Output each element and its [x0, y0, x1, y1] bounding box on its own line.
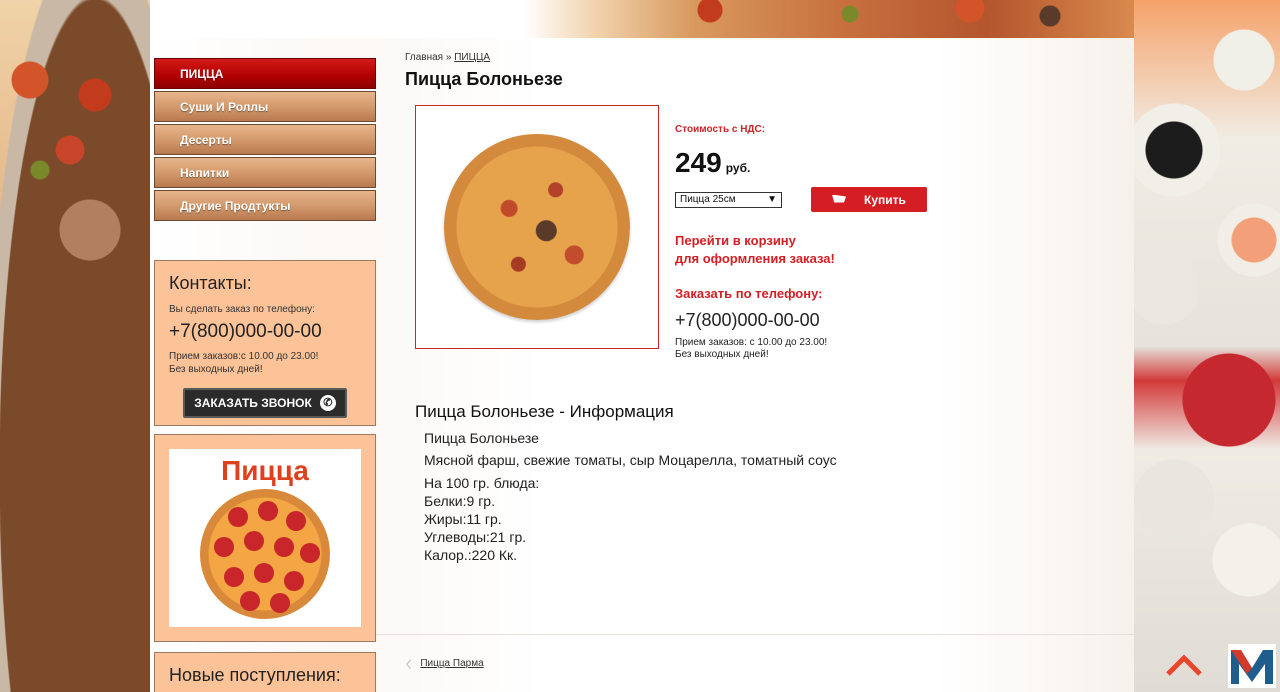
buy-panel: Стоимость с НДС: 249 руб. Пицца 25см ▼ Ку… [675, 124, 975, 361]
order-hours: Прием заказов: с 10.00 до 23.00! Без вых… [675, 337, 828, 360]
logo-m-icon[interactable] [1228, 644, 1276, 688]
contacts-days: Без выходных дней! [169, 364, 263, 375]
phone-icon: ✆ [319, 395, 336, 411]
promo-title: Пицца [221, 455, 309, 486]
size-select-value: Пицца 25см [680, 193, 736, 205]
contacts-hours: Прием заказов:с 10.00 до 23.00! [169, 351, 319, 362]
pepperoni-pizza-image [200, 489, 330, 619]
menu-item-drinks[interactable]: Напитки [154, 157, 376, 188]
nutrition-calories: Калор.:220 Кк. [424, 547, 518, 563]
contacts-intro: Вы сделать заказ по телефону: [169, 304, 315, 315]
buy-label: Купить [864, 192, 906, 207]
prev-product-link[interactable]: Пицца Парма [420, 658, 483, 669]
divider [376, 634, 1134, 635]
product-info: Пицца Болоньезе - Информация Пицца Болон… [415, 402, 1015, 564]
breadcrumb: Главная » ПИЦЦА [405, 52, 1125, 63]
info-name: Пицца Болоньезе [424, 430, 539, 446]
promo-image: Пицца [169, 449, 361, 627]
breadcrumb-separator: » [445, 52, 452, 63]
price-value: 249 [675, 147, 722, 178]
news-title: Новые поступления: [169, 665, 341, 685]
chevron-left-icon[interactable]: ‹ [405, 650, 412, 676]
bolognese-pizza-image [444, 134, 630, 320]
cart-icon [832, 194, 847, 203]
nutrition-fat: Жиры:11 гр. [424, 511, 502, 527]
menu-item-desserts[interactable]: Десерты [154, 124, 376, 155]
top-banner [150, 0, 1134, 38]
promo-banner[interactable]: Пицца [154, 434, 376, 642]
page-container: ПИЦЦА Суши И Роллы Десерты Напитки Други… [150, 38, 1134, 692]
dropdown-arrow-icon: ▼ [767, 193, 777, 205]
info-heading: Пицца Болоньезе - Информация [415, 402, 674, 421]
background-left-food [0, 0, 150, 692]
contacts-phone: +7(800)000-00-00 [169, 321, 322, 342]
breadcrumb-current[interactable]: ПИЦЦА [454, 52, 490, 63]
nutrition-per100: На 100 гр. блюда: [424, 475, 540, 491]
contacts-title: Контакты: [169, 273, 252, 293]
menu-item-pizza[interactable]: ПИЦЦА [154, 58, 376, 89]
price-label: Стоимость с НДС: [675, 124, 766, 135]
nutrition-facts: На 100 гр. блюда: Белки:9 гр. Жиры:11 гр… [424, 474, 1015, 564]
prev-product-nav: ‹ Пицца Парма [405, 650, 484, 676]
price: 249 руб. [675, 147, 975, 179]
news-box: Новые поступления: [154, 652, 376, 692]
info-ingredients: Мясной фарш, свежие томаты, сыр Моцарелл… [424, 452, 837, 468]
up-arrow-icon[interactable] [1164, 650, 1204, 680]
price-currency: руб. [725, 161, 751, 175]
go-to-cart-link[interactable]: Перейти в корзину для оформления заказа! [675, 232, 975, 268]
breadcrumb-home[interactable]: Главная [405, 52, 443, 63]
order-call-button[interactable]: ЗАКАЗАТЬ ЗВОНОК ✆ [183, 388, 347, 418]
menu-item-other[interactable]: Другие Продтукты [154, 190, 376, 221]
product-main: Главная » ПИЦЦА Пицца Болоньезе Стоимост… [405, 52, 1125, 563]
category-menu: ПИЦЦА Суши И Роллы Десерты Напитки Други… [154, 58, 376, 223]
page-title: Пицца Болоньезе [405, 69, 563, 89]
size-select[interactable]: Пицца 25см ▼ [675, 191, 782, 208]
menu-item-sushi[interactable]: Суши И Роллы [154, 91, 376, 122]
nutrition-protein: Белки:9 гр. [424, 493, 495, 509]
nutrition-carbs: Углеводы:21 гр. [424, 529, 527, 545]
order-phone-label: Заказать по телефону: [675, 286, 823, 301]
order-phone: +7(800)000-00-00 [675, 310, 820, 330]
order-call-label: ЗАКАЗАТЬ ЗВОНОК [194, 396, 312, 410]
buy-button[interactable]: Купить [811, 187, 927, 212]
product-photo[interactable] [415, 105, 659, 349]
contacts-box: Контакты: Вы сделать заказ по телефону: … [154, 260, 376, 426]
background-right-sushi [1134, 0, 1280, 692]
